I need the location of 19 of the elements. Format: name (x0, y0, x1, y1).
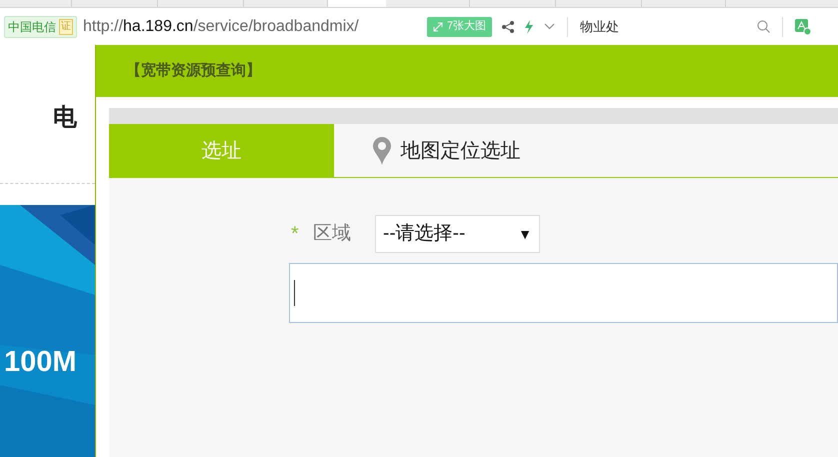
region-label: 区域 (313, 222, 352, 246)
required-mark: * (291, 222, 300, 247)
banner-text: 100M (4, 345, 77, 379)
expand-icon (433, 22, 443, 32)
dropdown-arrow: ▼ (518, 224, 532, 244)
search-icon[interactable] (757, 20, 770, 33)
url-text[interactable]: http://ha.189.cn/service/broadbandmix/ (83, 14, 423, 38)
dialog-title: 【宽带资源预查询】 (126, 60, 261, 81)
certificate-badge: 证 (59, 18, 73, 34)
chevron-down-icon[interactable] (544, 23, 556, 30)
location-pin-icon (372, 136, 390, 164)
site-name: 中国电信 (8, 18, 56, 36)
region-select[interactable]: --请选择-- ▼ (375, 215, 540, 253)
page-heading: 电 (53, 103, 77, 133)
lightning-icon[interactable] (524, 20, 534, 34)
address-field[interactable] (289, 263, 838, 323)
translate-icon[interactable] (795, 18, 812, 34)
share-icon[interactable] (502, 20, 514, 32)
search-field[interactable]: 物业处 (580, 16, 758, 36)
